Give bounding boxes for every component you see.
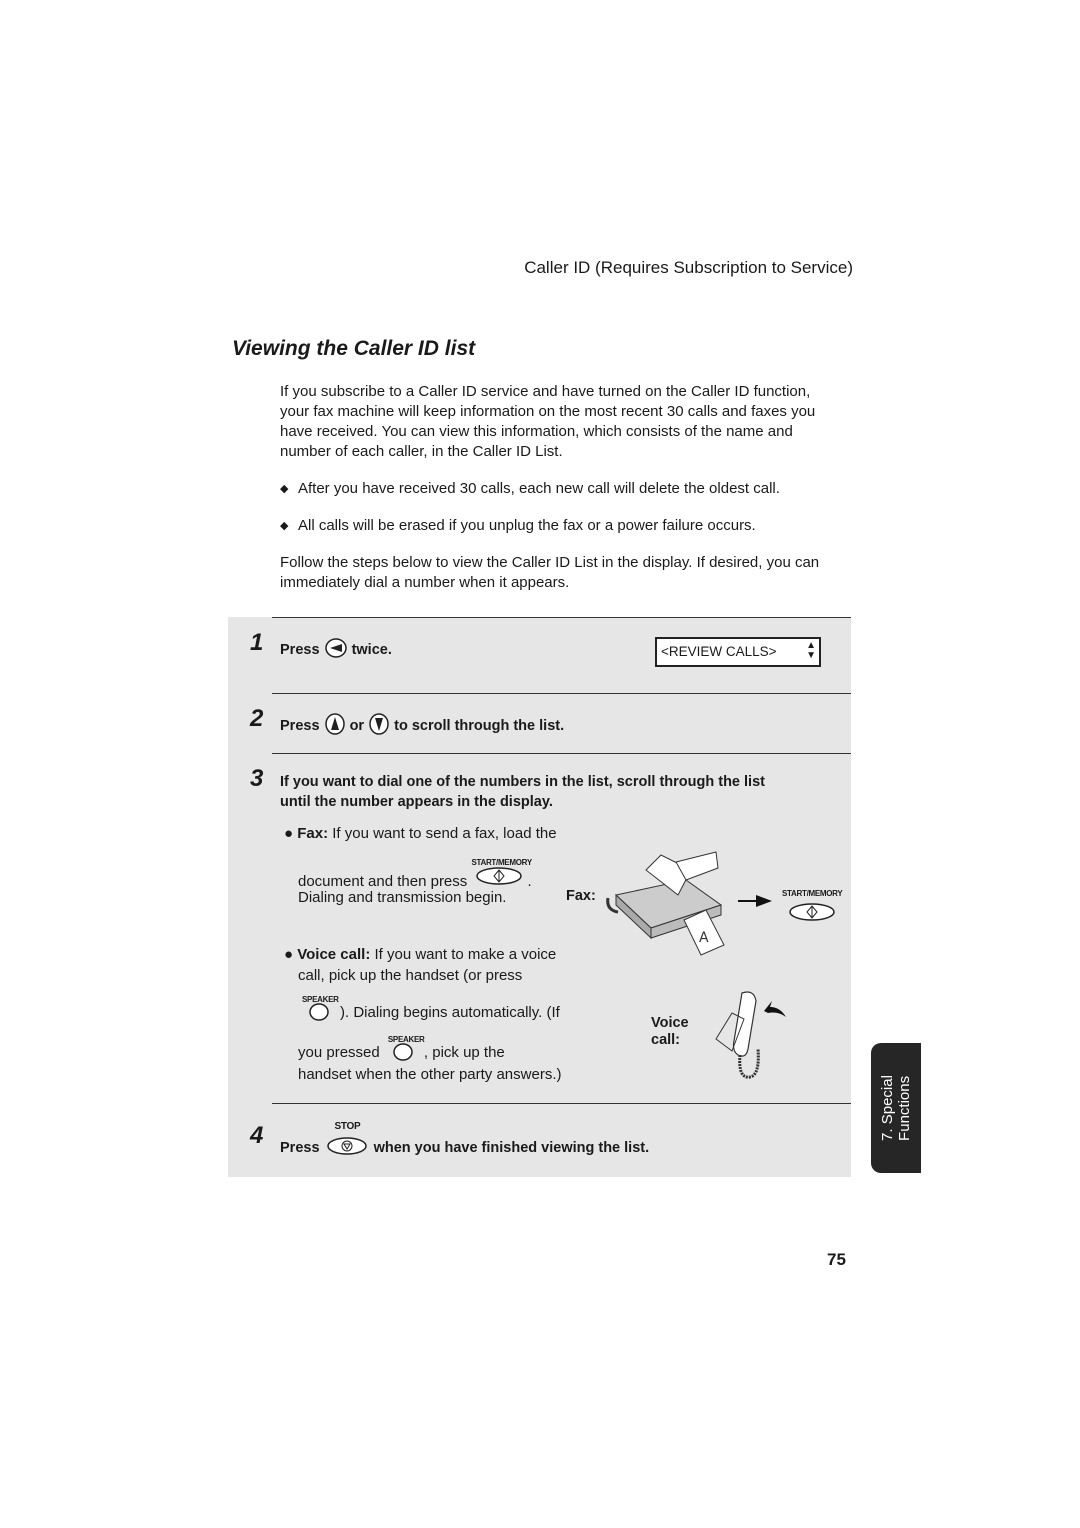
step-number: 1: [250, 629, 264, 656]
down-arrow-key-icon: [368, 712, 390, 740]
speaker-key: SPEAKER: [298, 995, 340, 1023]
bullet-item: ◆ After you have received 30 calls, each …: [280, 480, 780, 497]
divider: [272, 693, 851, 694]
divider: [272, 617, 851, 618]
chapter-tab-line1: 7. Special: [879, 1075, 896, 1141]
section-header: Caller ID (Requires Subscription to Serv…: [524, 258, 853, 277]
diamond-bullet-icon: ◆: [280, 483, 289, 495]
fax-machine-illustration: A: [606, 851, 725, 956]
start-memory-key: START/MEMORY: [471, 858, 532, 890]
diamond-bullet-icon: ◆: [280, 520, 289, 532]
voice-instruction-line3: SPEAKER ). Dialing begins automatically.…: [298, 995, 560, 1023]
stop-key: STOP: [324, 1121, 370, 1160]
step-1-text: Press twice.: [280, 637, 392, 663]
voice-instruction: ● Voice call: If you want to make a voic…: [284, 946, 557, 963]
voice-instruction-line4: you pressed SPEAKER , pick up the: [298, 1035, 505, 1063]
page-number: 75: [827, 1250, 846, 1269]
steps-panel: 1 Press twice. <REVIEW CALLS> ▲ ▼ 2 Press…: [228, 617, 851, 1177]
lcd-display: <REVIEW CALLS> ▲ ▼: [655, 637, 821, 667]
page-title: Viewing the Caller ID list: [232, 337, 476, 360]
bullet-item: ◆ All calls will be erased if you unplug …: [280, 517, 756, 534]
chapter-tab[interactable]: 7. Special Functions: [871, 1043, 921, 1173]
bullet-dot-icon: ●: [284, 825, 294, 842]
left-arrow-key-icon: [324, 637, 348, 663]
chapter-tab-line2: Functions: [896, 1075, 913, 1141]
divider: [272, 1103, 851, 1104]
start-memory-key: START/MEMORY: [782, 889, 843, 925]
step-3-text: If you want to dial one of the numbers i…: [280, 774, 765, 810]
step-number: 3: [250, 765, 264, 792]
step-2-text: Press or to scroll through the list.: [280, 712, 564, 740]
step-number: 2: [250, 705, 264, 732]
speaker-key: SPEAKER: [384, 1035, 425, 1063]
bullet-dot-icon: ●: [284, 946, 294, 963]
svg-text:A: A: [699, 930, 709, 946]
voice-instruction-line2: call, pick up the handset (or press: [298, 967, 523, 984]
intro-paragraph: If you subscribe to a Caller ID service …: [280, 383, 816, 460]
step-4-text: Press STOP when you have finished viewin…: [280, 1121, 649, 1160]
handset-illustration: [715, 991, 786, 1079]
voice-instruction-line5: handset when the other party answers.): [298, 1066, 562, 1083]
step-number: 4: [250, 1122, 264, 1149]
follow-paragraph: Follow the steps below to view the Calle…: [280, 554, 820, 591]
fax-instruction: ● Fax: If you want to send a fax, load t…: [284, 825, 557, 842]
arrow-right-icon: [738, 895, 772, 907]
divider: [272, 753, 851, 754]
fax-figure-label: Fax:: [566, 888, 596, 904]
fax-instruction-line3: Dialing and transmission begin.: [298, 889, 507, 906]
up-down-arrows-icon: ▲ ▼: [806, 640, 816, 661]
voice-figure-label: Voice call:: [651, 1015, 689, 1048]
up-arrow-key-icon: [324, 712, 346, 740]
